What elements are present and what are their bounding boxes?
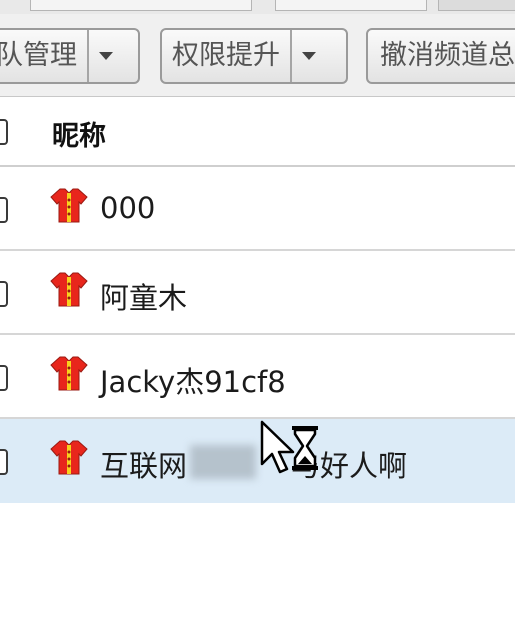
table-row[interactable]: 阿童木 [0, 251, 515, 335]
busy-cursor-icon [260, 420, 318, 474]
row-checkbox[interactable] [0, 449, 8, 475]
tab-strip [0, 0, 515, 15]
row-checkbox[interactable] [0, 197, 8, 223]
nickname: 000 [100, 191, 156, 225]
tab-stub[interactable] [275, 0, 427, 11]
chevron-down-icon [99, 52, 113, 60]
row-checkbox[interactable] [0, 281, 8, 307]
user-shirt-icon [50, 356, 88, 391]
list-header: 昵称 [0, 97, 515, 167]
member-list: 昵称 000 阿童木 Jacky杰91cf8 互联网 与好人啊 [0, 97, 515, 503]
select-all-checkbox[interactable] [0, 119, 8, 145]
permission-label: 权限提升 [172, 40, 280, 71]
team-manage-label: 队管理 [0, 40, 77, 71]
empty-list-area [0, 505, 515, 635]
tab-stub[interactable] [30, 0, 252, 11]
tab-stub[interactable] [438, 0, 515, 11]
nickname: Jacky杰91cf8 [100, 365, 286, 399]
table-row-selected[interactable]: 互联网 与好人啊 [0, 419, 515, 503]
cancel-channel-label: 撤消频道总 [380, 40, 515, 71]
nickname-column-header[interactable]: 昵称 [52, 114, 106, 153]
chevron-down-icon [302, 52, 316, 60]
user-shirt-icon [50, 188, 88, 223]
nickname-prefix: 互联网 [100, 449, 188, 483]
toolbar: 队管理 权限提升 撤消频道总 [0, 14, 515, 97]
team-manage-dropdown[interactable] [87, 30, 123, 82]
cancel-channel-button[interactable]: 撤消频道总 [366, 28, 515, 84]
nickname: 阿童木 [100, 281, 188, 315]
table-row[interactable]: 000 [0, 167, 515, 251]
table-row[interactable]: Jacky杰91cf8 [0, 335, 515, 419]
user-shirt-icon [50, 440, 88, 475]
permission-dropdown[interactable] [290, 30, 326, 82]
blurred-region [190, 445, 256, 479]
permission-button[interactable]: 权限提升 [160, 28, 348, 84]
row-checkbox[interactable] [0, 365, 8, 391]
user-shirt-icon [50, 272, 88, 307]
team-manage-button[interactable]: 队管理 [0, 28, 140, 84]
